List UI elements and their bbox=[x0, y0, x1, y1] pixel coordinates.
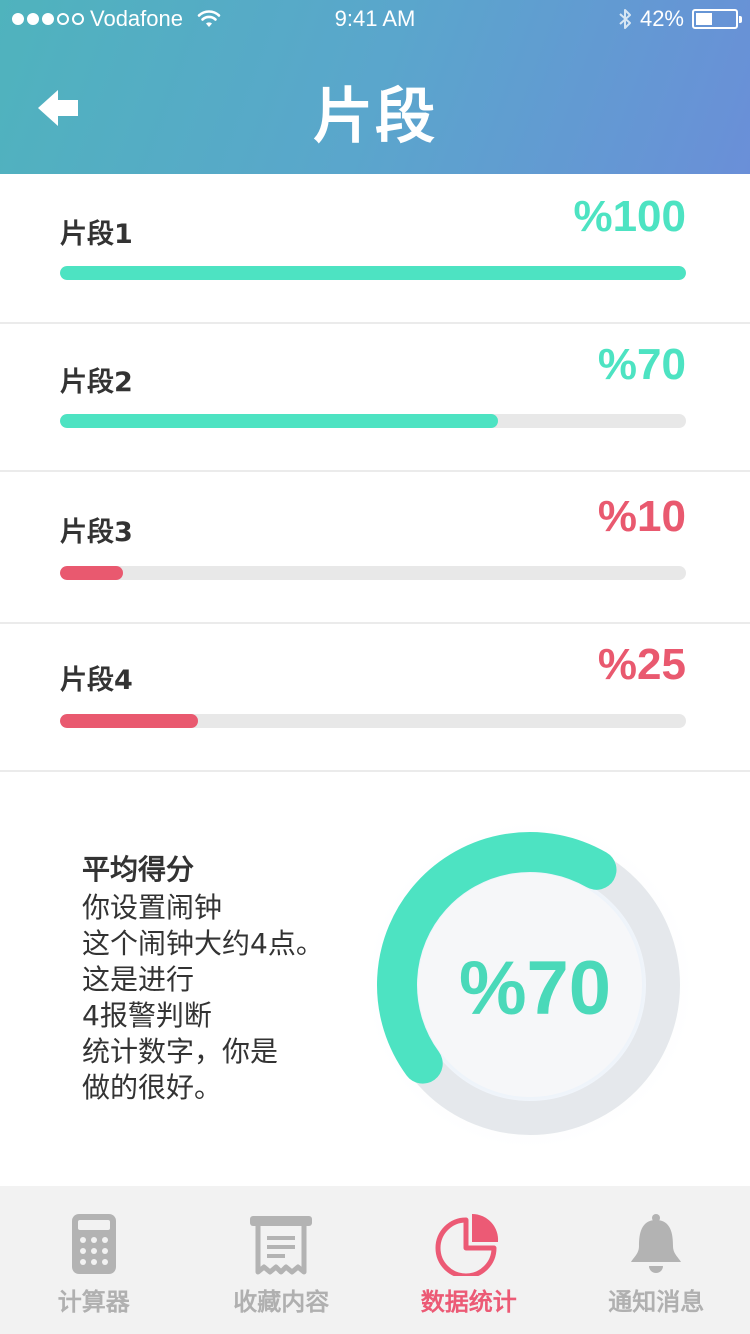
description-line: 做的很好。 bbox=[82, 1071, 223, 1104]
description-line: 你设置闹钟 bbox=[82, 891, 223, 924]
battery-icon bbox=[692, 9, 742, 29]
tab-label: 计算器 bbox=[57, 1288, 130, 1316]
progress-fill bbox=[60, 414, 499, 428]
progress-track bbox=[60, 266, 686, 280]
segment-label: 片段1 bbox=[60, 219, 133, 250]
progress-track bbox=[60, 714, 686, 728]
segment-percent: %70 bbox=[597, 340, 686, 389]
tab-calculator[interactable]: 计算器 bbox=[0, 1186, 188, 1334]
average-title: 平均得分 bbox=[82, 853, 195, 886]
segment-percent: %10 bbox=[597, 492, 686, 541]
segment-percent: %100 bbox=[573, 192, 686, 241]
progress-fill bbox=[60, 714, 198, 728]
description-line: 统计数字，你是 bbox=[82, 1035, 279, 1068]
pie-chart-icon bbox=[435, 1213, 498, 1276]
tab-label: 通知消息 bbox=[608, 1288, 705, 1316]
page-title: 片段 bbox=[313, 82, 437, 152]
receipt-icon bbox=[250, 1216, 313, 1275]
progress-track bbox=[60, 566, 686, 580]
progress-fill bbox=[60, 566, 123, 580]
segment-row[interactable]: 片段1 %100 bbox=[0, 174, 750, 324]
tab-bar: 计算器 收藏内容 数据统计 通知消息 bbox=[0, 1186, 750, 1334]
segment-percent: %25 bbox=[597, 640, 686, 689]
tab-label: 收藏内容 bbox=[233, 1288, 330, 1316]
average-percent: %70 bbox=[458, 945, 612, 1031]
segment-label: 片段4 bbox=[60, 665, 133, 696]
average-description: 你设置闹钟 这个闹钟大约4点。 这是进行 4报警判断 统计数字，你是 做的很好。 bbox=[82, 890, 372, 1106]
calculator-icon bbox=[71, 1214, 116, 1274]
bluetooth-icon bbox=[619, 9, 631, 29]
tab-notifications[interactable]: 通知消息 bbox=[563, 1186, 750, 1334]
segment-label: 片段2 bbox=[60, 367, 133, 398]
status-bar: Vodafone 9:41 AM 42% bbox=[0, 0, 750, 40]
progress-fill bbox=[60, 266, 686, 280]
description-line: 4报警判断 bbox=[82, 999, 212, 1032]
tab-favorites[interactable]: 收藏内容 bbox=[188, 1186, 376, 1334]
bell-icon bbox=[631, 1214, 682, 1273]
header: Vodafone 9:41 AM 42% 片段 bbox=[0, 0, 750, 174]
tab-statistics[interactable]: 数据统计 bbox=[375, 1186, 563, 1334]
segment-row[interactable]: 片段2 %70 bbox=[0, 324, 750, 472]
status-right: 42% bbox=[618, 6, 742, 32]
segment-row[interactable]: 片段4 %25 bbox=[0, 624, 750, 772]
segment-label: 片段3 bbox=[60, 517, 133, 548]
description-line: 这是进行 bbox=[82, 963, 195, 996]
segment-row[interactable]: 片段3 %10 bbox=[0, 472, 750, 624]
description-line: 这个闹钟大约4点。 bbox=[82, 927, 324, 960]
battery-percent: 42% bbox=[639, 6, 684, 31]
tab-label: 数据统计 bbox=[420, 1288, 517, 1316]
progress-track bbox=[60, 414, 686, 428]
